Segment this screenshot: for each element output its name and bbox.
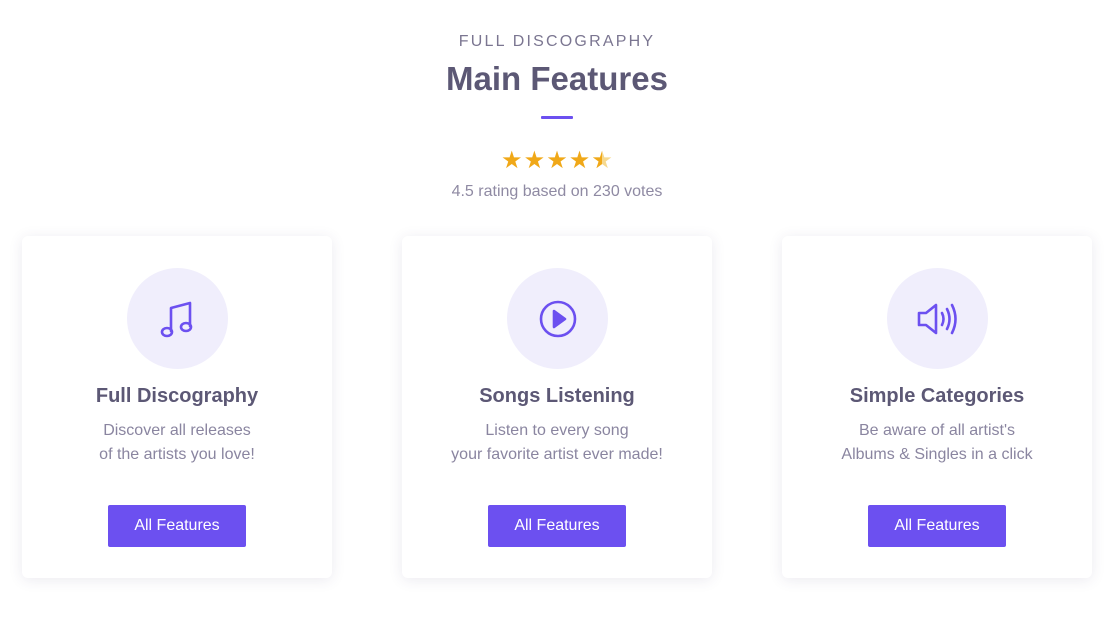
card-title: Songs Listening (479, 385, 635, 407)
card-title: Simple Categories (849, 385, 1025, 407)
star-full-icon: ★ (568, 146, 591, 174)
icon-circle (127, 268, 228, 369)
star-full-icon: ★ (523, 146, 546, 174)
star-rating: ★ ★ ★ ★ ★ ★ (501, 147, 613, 173)
card-description: Discover all releases of the artists you… (22, 419, 332, 467)
card-description-line: of the artists you love! (99, 446, 255, 463)
card-description: Be aware of all artist's Albums & Single… (782, 419, 1092, 467)
title-underline (541, 116, 573, 119)
card-description-line: Discover all releases (103, 422, 251, 439)
feature-card-categories: Simple Categories Be aware of all artist… (782, 236, 1092, 578)
icon-circle (887, 268, 988, 369)
all-features-button[interactable]: All Features (108, 505, 246, 547)
card-description-line: your favorite artist ever made! (451, 446, 663, 463)
section-title: Main Features (446, 60, 668, 97)
feature-card-listening: Songs Listening Listen to every song you… (402, 236, 712, 578)
features-section: FULL DISCOGRAPHY Main Features ★ ★ ★ ★ ★… (0, 0, 1120, 620)
play-circle-icon (539, 300, 576, 337)
card-description: Listen to every song your favorite artis… (402, 419, 712, 467)
star-full-icon: ★ (546, 146, 568, 174)
all-features-button[interactable]: All Features (488, 505, 626, 547)
star-full-icon: ★ (501, 146, 523, 174)
all-features-button[interactable]: All Features (868, 505, 1006, 547)
section-eyebrow: FULL DISCOGRAPHY (458, 33, 656, 50)
rating-text: 4.5 rating based on 230 votes (451, 183, 663, 200)
card-description-line: Be aware of all artist's (858, 422, 1015, 439)
music-note-icon (160, 301, 192, 337)
card-title: Full Discography (95, 385, 259, 407)
star-half-icon: ★ ★ (591, 146, 613, 174)
card-description-line: Listen to every song (485, 422, 629, 439)
feature-card-discography: Full Discography Discover all releases o… (22, 236, 332, 578)
card-description-line: Albums & Singles in a click (841, 446, 1033, 463)
volume-icon (917, 303, 957, 334)
icon-circle (507, 268, 608, 369)
